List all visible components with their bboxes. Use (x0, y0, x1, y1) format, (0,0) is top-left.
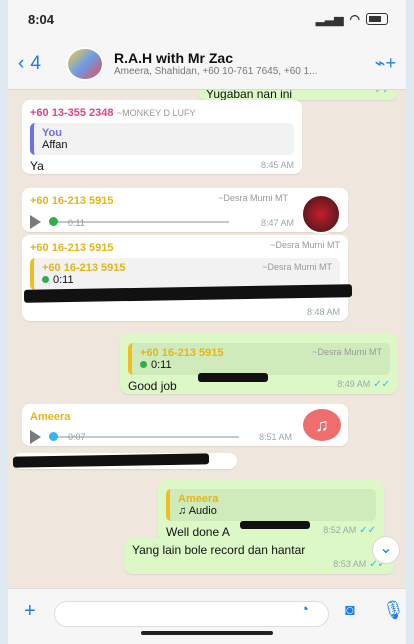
sender-alias: ~Desra Murni MT (270, 240, 340, 250)
quoted-duration: 0:11 (53, 274, 74, 286)
status-icons: ▂▃▅ ◠ (316, 12, 388, 26)
quoted-sender: +60 16-213 5915 (140, 347, 224, 359)
message-text: Well done A (166, 525, 230, 539)
quoted-message[interactable]: +60 16-213 5915 ~Desra Murni MT 0:11 (128, 343, 390, 375)
back-count: 4 (30, 52, 41, 74)
microphone-icon[interactable]: 🎙 (382, 600, 405, 621)
chat-subtitle: Ameera, Shahidan, +60 10-761 7645, +60 1… (114, 66, 318, 77)
message-time: 8:51 AM (258, 432, 292, 442)
message-list[interactable]: Yugaban nan ini ✓✓ +60 13-355 2348 ~MONK… (8, 90, 406, 588)
play-icon[interactable] (30, 215, 41, 229)
message-desra-reply[interactable]: +60 16-213 5915 ~Desra Murni MT +60 16-2… (22, 235, 348, 321)
sender-phone: +60 16-213 5915 (30, 195, 114, 207)
sender-phone: +60 13-355 2348 (30, 107, 114, 119)
play-icon[interactable] (30, 430, 41, 444)
sender-alias: ~MONKEY D LUFY (116, 108, 196, 118)
composer-bar: + ◔ ◙ 🎙 (8, 588, 406, 644)
plus-icon[interactable]: + (24, 600, 36, 623)
chevron-left-icon: ‹ (18, 52, 25, 74)
chat-title-area[interactable]: R.A.H with Mr Zac Ameera, Shahidan, +60 … (114, 50, 366, 77)
message-yang-lain[interactable]: Yang lain bole record dan hantar 8:53 AM… (124, 538, 394, 574)
back-button[interactable]: ‹ 4 (18, 53, 66, 75)
phone-frame: 8:04 ▂▃▅ ◠ ‹ 4 R.A.H with Mr Zac Ameera,… (8, 0, 406, 644)
quoted-text: Audio (188, 505, 217, 517)
chat-header: ‹ 4 R.A.H with Mr Zac Ameera, Shahidan, … (8, 38, 406, 90)
sender-avatar[interactable] (301, 194, 341, 234)
quoted-alias: ~Desra Murni MT (262, 262, 332, 272)
home-indicator[interactable] (141, 631, 273, 635)
message-ameera-audio[interactable]: Ameera 0:07 8:51 AM ♫ (22, 404, 348, 446)
scroll-down-button[interactable]: ⌄ (372, 536, 400, 564)
message-desra-audio[interactable]: +60 16-213 5915 ~Desra Murni MT 0:11 8:4… (22, 188, 348, 234)
audio-progress-dot[interactable] (49, 217, 58, 226)
quoted-alias: ~Desra Murni MT (312, 347, 382, 357)
status-bar: 8:04 ▂▃▅ ◠ (8, 0, 406, 38)
microphone-icon (140, 361, 147, 368)
message-time: 8:49 AM ✓✓ (337, 379, 390, 390)
microphone-icon (42, 276, 49, 283)
quoted-message[interactable]: Ameera ♫ Audio (166, 489, 376, 521)
quoted-text: Affan (42, 139, 68, 151)
group-avatar[interactable] (66, 46, 104, 81)
message-monkey[interactable]: +60 13-355 2348 ~MONKEY D LUFY You Affan… (22, 100, 302, 174)
add-call-icon[interactable]: ⌁+ (366, 53, 396, 74)
message-well-done[interactable]: Ameera ♫ Audio Well done A 8:52 AM ✓✓ (158, 480, 384, 540)
audio-duration: 0:07 (68, 432, 86, 442)
sender-name: Ameera (30, 411, 71, 423)
quoted-sender: Ameera (178, 493, 219, 505)
chat-title: R.A.H with Mr Zac (114, 50, 234, 66)
message-time: ✓✓ (374, 90, 390, 95)
message-time: 8:52 AM ✓✓ (323, 525, 376, 536)
message-time: 8:48 AM (306, 307, 340, 317)
redaction-bar (240, 521, 310, 529)
battery-icon (366, 13, 388, 25)
quoted-sender: You (42, 127, 62, 139)
sender-alias: ~Desra Murni MT (218, 193, 288, 203)
audio-file-icon: ♫ (178, 505, 189, 517)
message-partial-out: Yugaban nan ini ✓✓ (198, 90, 398, 101)
music-note-icon: ♫ (303, 409, 341, 441)
message-time: 8:47 AM (260, 218, 294, 228)
audio-progress-dot[interactable] (49, 432, 58, 441)
signal-icon: ▂▃▅ (315, 12, 344, 26)
sticker-icon[interactable]: ◔ (300, 601, 309, 618)
sender-row: +60 13-355 2348 ~MONKEY D LUFY (30, 105, 294, 119)
message-text: Good job (128, 379, 177, 393)
quoted-sender: +60 16-213 5915 (42, 262, 126, 274)
message-text: Ya (30, 159, 44, 173)
sender-phone: +60 16-213 5915 (30, 242, 114, 254)
audio-duration: 0:11 (68, 218, 85, 228)
message-text: Yang lain bole record dan hantar (132, 543, 306, 557)
redaction-bar (198, 373, 268, 382)
wifi-icon: ◠ (349, 12, 360, 26)
quoted-duration: 0:11 (151, 359, 172, 371)
quoted-message[interactable]: You Affan (30, 123, 294, 155)
message-input[interactable] (54, 601, 329, 627)
message-time: 8:45 AM (260, 160, 294, 170)
camera-icon[interactable]: ◙ (345, 602, 355, 620)
message-good-job[interactable]: +60 16-213 5915 ~Desra Murni MT 0:11 Goo… (120, 334, 398, 394)
status-time: 8:04 (28, 11, 55, 27)
